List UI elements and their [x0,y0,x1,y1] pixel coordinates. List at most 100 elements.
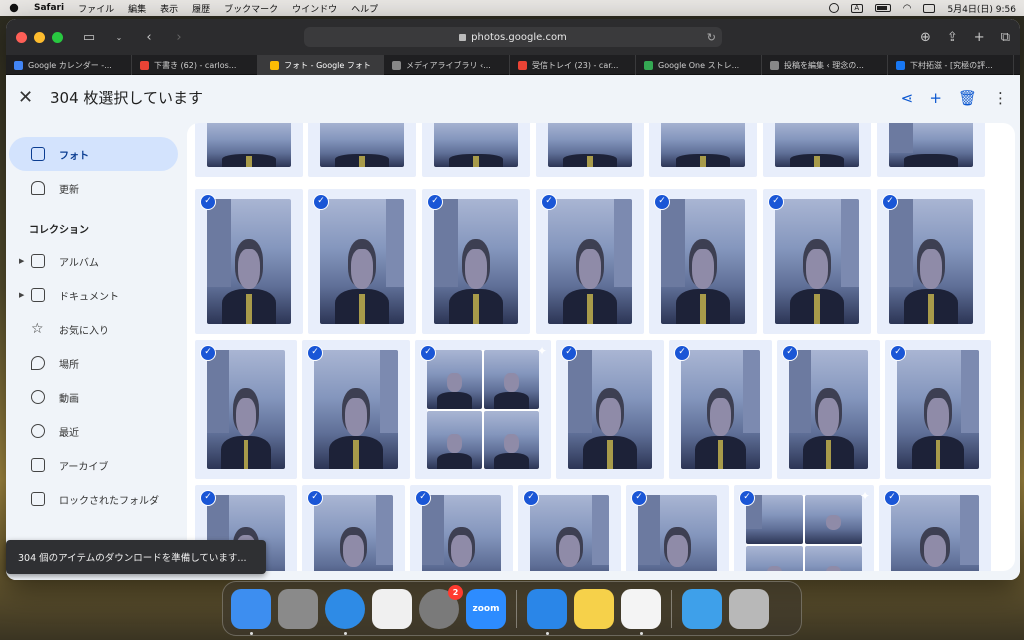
launchpad-icon[interactable] [278,588,318,629]
photo-tile[interactable]: ✓ [308,189,416,334]
tab-overview-icon[interactable]: ⧉ [1001,30,1010,45]
check-icon[interactable]: ✓ [427,194,443,210]
menu-bookmarks[interactable]: ブックマーク [224,2,278,15]
control-center-icon[interactable] [923,3,936,13]
photo-tile-collage[interactable]: ✦ ✓ [415,340,551,479]
keynote-icon[interactable] [527,588,567,635]
menu-app[interactable]: Safari [34,3,64,13]
textedit-icon[interactable] [621,588,661,635]
zoom-icon[interactable]: zoom [466,588,506,629]
menu-edit[interactable]: 編集 [128,2,146,15]
tab-edit-post[interactable]: 投稿を編集 ‹ 理念の... [762,55,888,75]
photo-tile[interactable]: ✓ [302,485,405,571]
photo-tile[interactable] [536,123,644,177]
download-icon[interactable]: ⊕ [920,30,931,45]
photo-tile[interactable] [877,123,985,177]
check-icon[interactable]: ✓ [200,345,216,361]
photo-tile[interactable]: ✓ [877,189,985,334]
check-icon[interactable]: ✓ [523,490,539,506]
sidebar-item-updates[interactable]: 更新 [9,171,178,205]
photo-tile[interactable]: ✓ [302,340,410,479]
check-icon[interactable]: ✓ [420,345,436,361]
share-icon[interactable]: ⇪ [947,30,958,45]
tab-google-photos[interactable]: フォト - Google フォト [258,55,384,75]
check-icon[interactable]: ✓ [307,345,323,361]
tab-facebook[interactable]: 下村拓滋 - [究極の評... [888,55,1014,75]
sidebar-item-recent[interactable]: 最近 [9,414,178,448]
address-bar[interactable]: photos.google.com ↻ [304,27,722,47]
photo-tile[interactable]: ✓ [410,485,513,571]
photo-tile[interactable]: ✓ [649,189,757,334]
freeform-icon[interactable] [372,588,412,629]
sidebar-item-documents[interactable]: ▶ ドキュメント [9,278,178,312]
photo-tile[interactable]: ✓ [626,485,729,571]
check-icon[interactable]: ✓ [739,490,755,506]
photo-tile[interactable]: ✓ [536,189,644,334]
finder-icon[interactable] [231,588,271,635]
check-icon[interactable]: ✓ [200,194,216,210]
sidebar-item-albums[interactable]: ▶ アルバム [9,244,178,278]
menu-help[interactable]: ヘルプ [351,2,378,15]
more-options-icon[interactable]: ⋮ [993,89,1008,107]
menu-file[interactable]: ファイル [78,2,114,15]
clock-text[interactable]: 5月4日(日) 9:56 [947,2,1016,15]
reload-icon[interactable]: ↻ [707,31,716,44]
close-window-button[interactable] [16,31,27,43]
trash-icon[interactable] [729,588,769,629]
check-icon[interactable]: ✓ [415,490,431,506]
photo-tile[interactable]: ✓ [669,340,772,479]
sidebar-toggle-icon[interactable]: ▭ [81,30,97,45]
check-icon[interactable]: ✓ [890,345,906,361]
battery-icon[interactable] [874,4,891,12]
check-icon[interactable]: ✓ [313,194,329,210]
delete-icon[interactable]: 🗑 [958,89,977,107]
tab-gmail-drafts[interactable]: 下書き (62) - carlos... [132,55,258,75]
menu-history[interactable]: 履歴 [192,2,210,15]
new-tab-icon[interactable]: + [974,30,985,45]
photo-tile[interactable] [422,123,530,177]
forward-icon[interactable]: › [171,30,187,45]
photo-tile[interactable]: ✓ [195,189,303,334]
expand-arrow-icon[interactable]: ▶ [19,291,24,299]
tab-google-one[interactable]: Google One ストレ... [636,55,762,75]
photo-tile[interactable] [195,123,303,177]
tab-media-library[interactable]: メディアライブラリ ‹... [384,55,510,75]
apple-icon[interactable] [9,3,19,13]
sidebar-item-locked-folder[interactable]: ロックされたフォルダ [9,482,178,516]
add-icon[interactable]: + [929,89,942,107]
check-icon[interactable]: ✓ [782,345,798,361]
photo-tile[interactable]: ✓ [195,340,297,479]
photo-tile-collage[interactable]: ✦ ✓ [734,485,874,571]
photo-tile[interactable] [649,123,757,177]
photo-tile[interactable]: ✓ [518,485,621,571]
time-machine-icon[interactable] [828,3,839,13]
input-source-icon[interactable]: A [850,3,863,13]
folder-icon[interactable] [682,588,722,629]
safari-icon[interactable] [325,588,365,635]
menu-window[interactable]: ウインドウ [292,2,337,15]
photo-tile[interactable] [763,123,871,177]
sidebar-item-places[interactable]: 場所 [9,346,178,380]
check-icon[interactable]: ✓ [768,194,784,210]
wifi-icon[interactable]: ◠ [903,3,912,14]
photo-tile[interactable]: ✓ [777,340,880,479]
check-icon[interactable]: ✓ [631,490,647,506]
tab-gmail-inbox[interactable]: 受信トレイ (23) - car... [510,55,636,75]
chevron-down-icon[interactable]: ⌄ [111,33,127,42]
notes-icon[interactable] [574,588,614,629]
sidebar-item-videos[interactable]: 動画 [9,380,178,414]
zoom-window-button[interactable] [52,31,63,43]
check-icon[interactable]: ✓ [674,345,690,361]
photo-tile[interactable] [308,123,416,177]
system-settings-icon[interactable]: 2 [419,584,463,629]
photo-tile[interactable]: ✓ [879,485,991,571]
minimize-window-button[interactable] [34,31,45,43]
check-icon[interactable]: ✓ [882,194,898,210]
check-icon[interactable]: ✓ [561,345,577,361]
expand-arrow-icon[interactable]: ▶ [19,257,24,265]
tab-google-calendar[interactable]: Google カレンダー -... [6,55,132,75]
check-icon[interactable]: ✓ [307,490,323,506]
back-icon[interactable]: ‹ [141,30,157,45]
sidebar-item-favorites[interactable]: ☆ お気に入り [9,312,178,346]
check-icon[interactable]: ✓ [884,490,900,506]
